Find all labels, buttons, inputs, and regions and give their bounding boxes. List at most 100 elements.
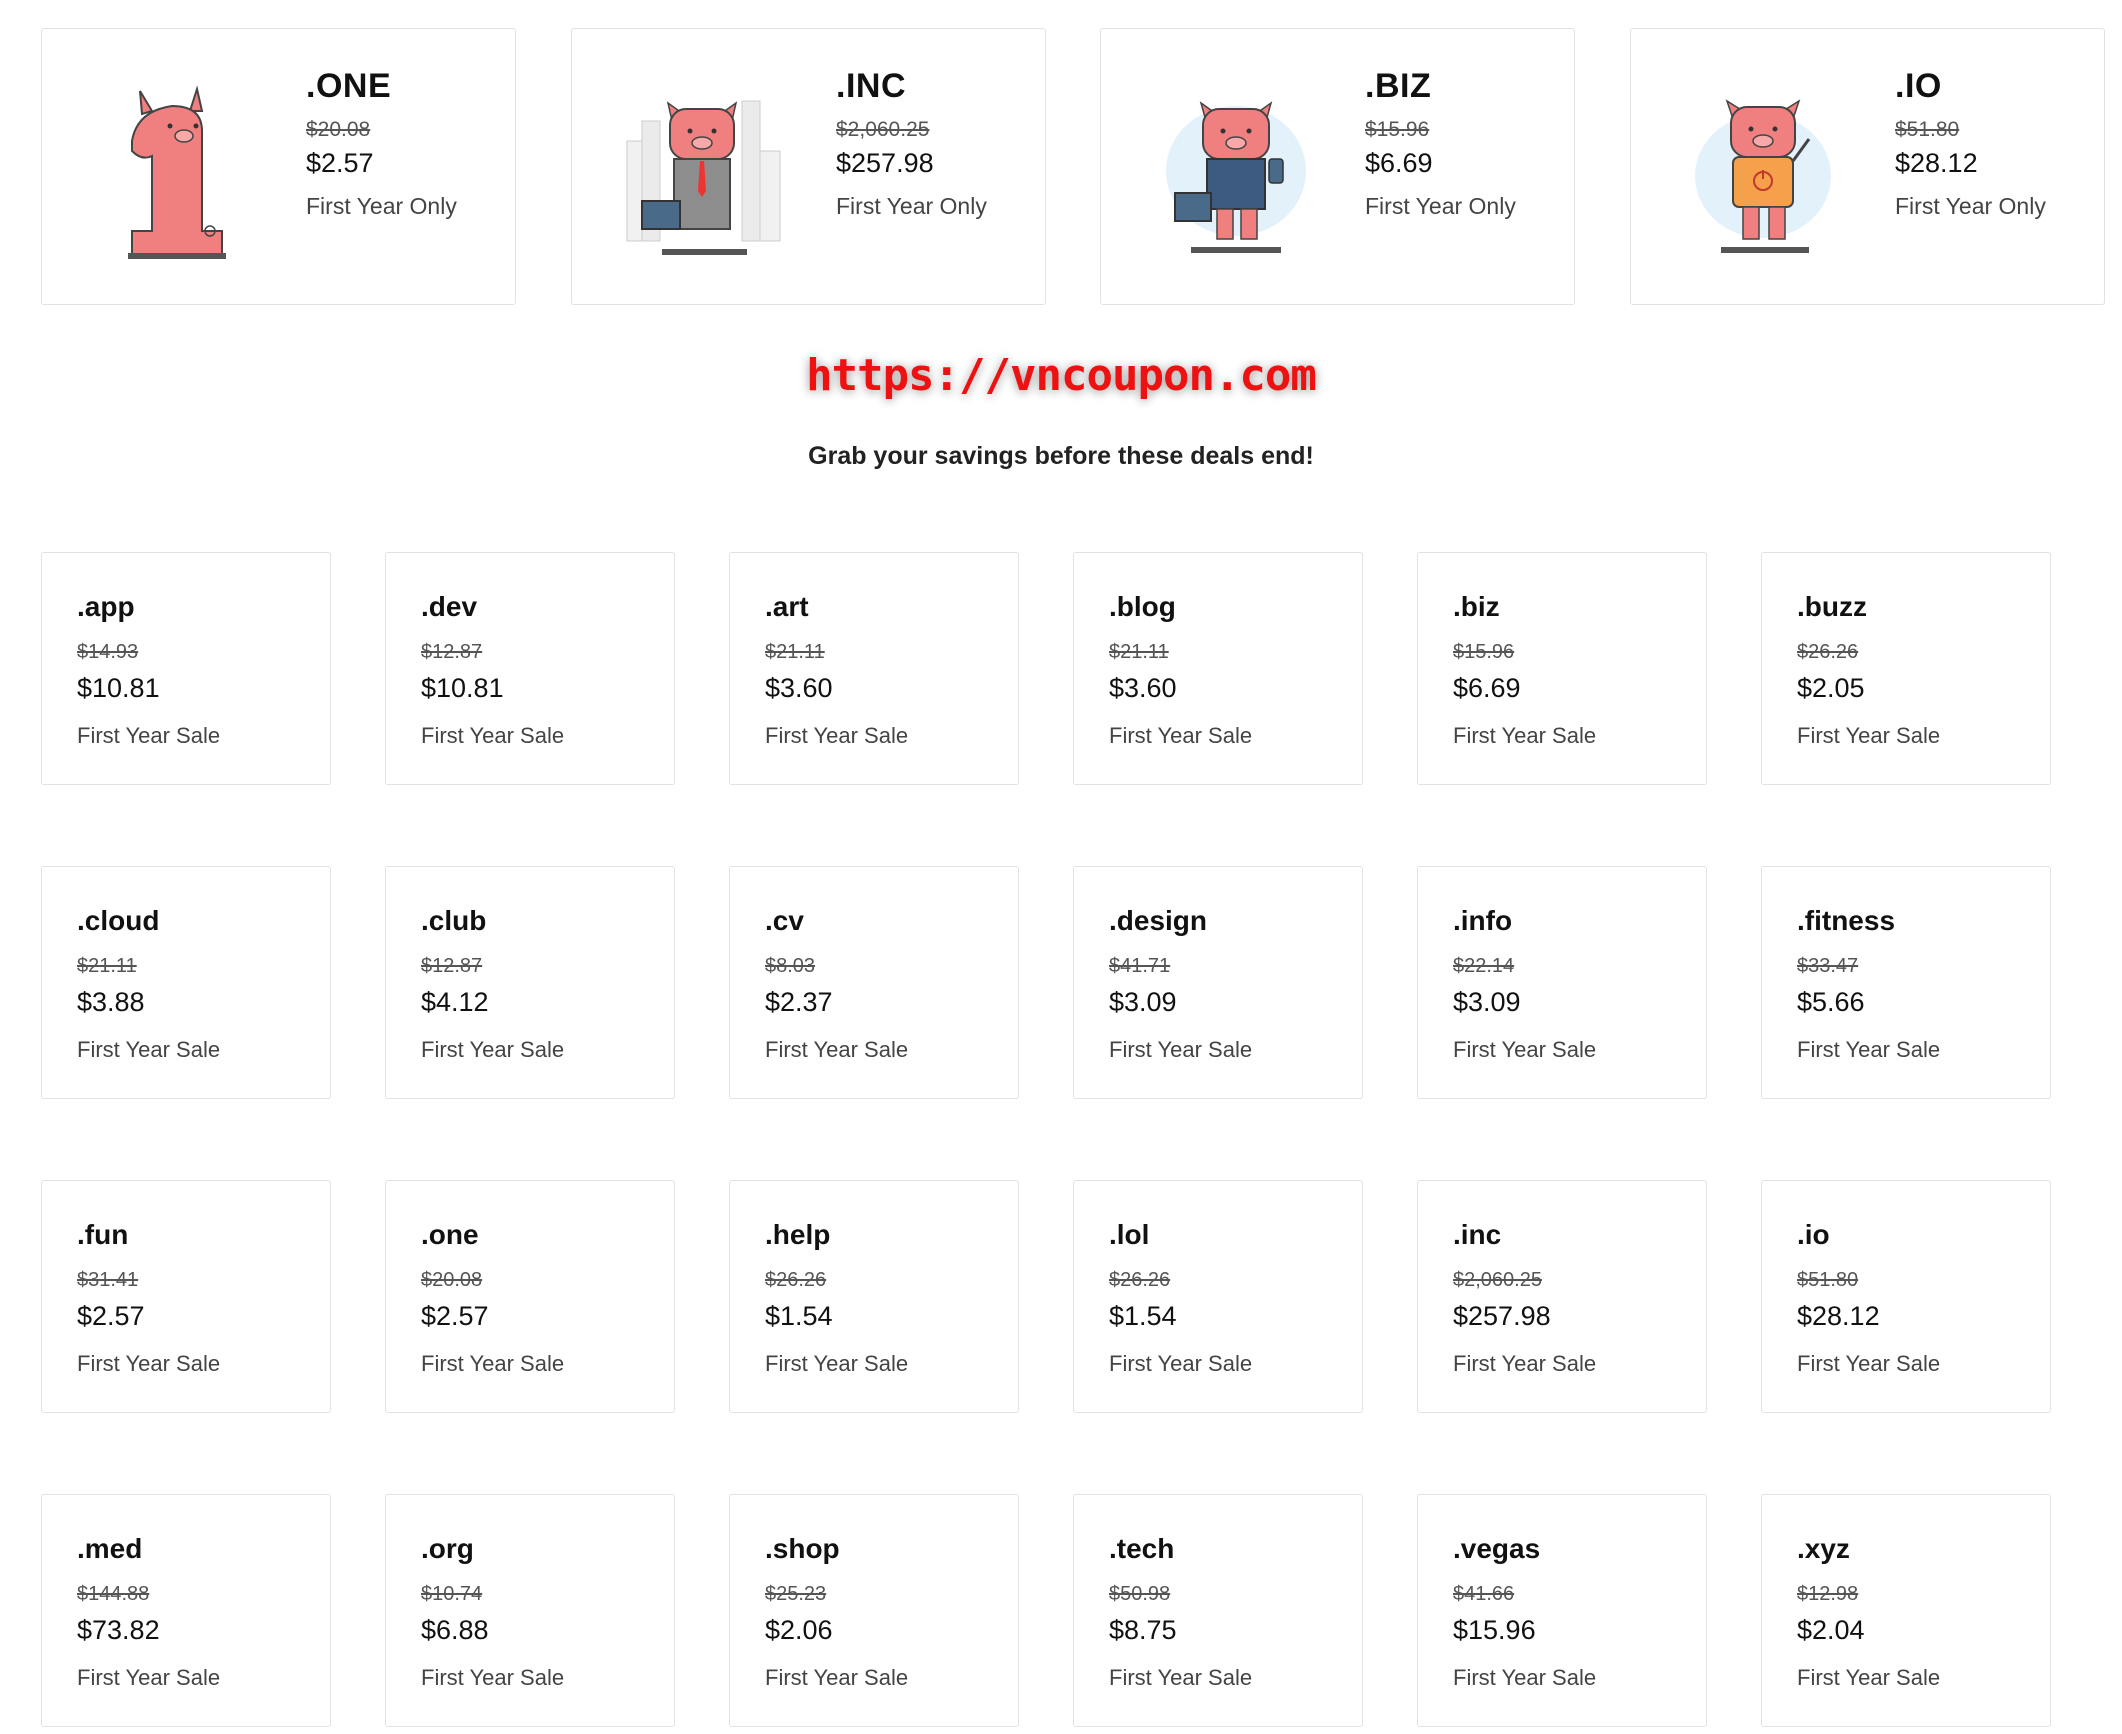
sale-note: First Year Sale — [421, 1351, 565, 1376]
featured-tld: .IO — [1895, 67, 1942, 105]
pig-tech-shirt-icon — [1695, 99, 1831, 253]
old-price: $12.87 — [421, 955, 483, 977]
tld-deal-card[interactable]: .fun $31.41 $2.57 First Year Sale — [41, 1180, 331, 1413]
old-price: $26.26 — [1797, 641, 1859, 663]
tld-name: .biz — [1453, 591, 1500, 622]
tld-name: .help — [765, 1219, 831, 1250]
new-price: $28.12 — [1797, 1301, 1880, 1331]
new-price: $3.60 — [765, 673, 833, 703]
sale-note: First Year Sale — [1109, 1351, 1253, 1376]
tld-name: .io — [1797, 1219, 1830, 1250]
sale-note: First Year Sale — [765, 723, 909, 748]
tld-deal-card[interactable]: .cloud $21.11 $3.88 First Year Sale — [41, 866, 331, 1099]
old-price: $12.98 — [1797, 1583, 1859, 1605]
new-price: $8.75 — [1109, 1615, 1177, 1645]
tld-deal-card[interactable]: .fitness $33.47 $5.66 First Year Sale — [1761, 866, 2051, 1099]
featured-card-biz[interactable]: .BIZ $15.96 $6.69 First Year Only — [1100, 28, 1575, 305]
tld-deal-card[interactable]: .dev $12.87 $10.81 First Year Sale — [385, 552, 675, 785]
price-note: First Year Only — [306, 193, 457, 219]
new-price: $5.66 — [1797, 987, 1865, 1017]
old-price: $12.87 — [421, 641, 483, 663]
old-price: $14.93 — [77, 641, 139, 663]
pig-businessman-icon — [1166, 101, 1306, 253]
new-price: $6.69 — [1453, 673, 1521, 703]
sale-note: First Year Sale — [421, 1665, 565, 1690]
sale-note: First Year Sale — [1797, 1665, 1941, 1690]
sale-note: First Year Sale — [1797, 723, 1941, 748]
tld-deal-card[interactable]: .inc $2,060.25 $257.98 First Year Sale — [1417, 1180, 1707, 1413]
sale-note: First Year Sale — [1453, 723, 1597, 748]
tld-name: .info — [1453, 905, 1513, 936]
old-price: $25.23 — [765, 1583, 827, 1605]
sale-note: First Year Sale — [1797, 1037, 1941, 1062]
featured-card-inc[interactable]: .INC $2,060.25 $257.98 First Year Only — [571, 28, 1046, 305]
tld-name: .vegas — [1453, 1533, 1541, 1564]
old-price: $31.41 — [77, 1269, 139, 1291]
tld-name: .inc — [1453, 1219, 1502, 1250]
tld-deal-card[interactable]: .app $14.93 $10.81 First Year Sale — [41, 552, 331, 785]
tld-deal-card[interactable]: .club $12.87 $4.12 First Year Sale — [385, 866, 675, 1099]
new-price: $4.12 — [421, 987, 489, 1017]
tld-deal-card[interactable]: .buzz $26.26 $2.05 First Year Sale — [1761, 552, 2051, 785]
featured-tld: .ONE — [306, 67, 392, 105]
sale-note: First Year Sale — [77, 1665, 221, 1690]
tld-name: .lol — [1109, 1219, 1150, 1250]
old-price: $41.66 — [1453, 1583, 1515, 1605]
sale-note: First Year Sale — [77, 1351, 221, 1376]
tld-deal-card[interactable]: .vegas $41.66 $15.96 First Year Sale — [1417, 1494, 1707, 1727]
deals-tagline: Grab your savings before these deals end… — [808, 442, 1314, 470]
old-price: $2,060.25 — [1453, 1269, 1542, 1291]
tld-deal-card[interactable]: .blog $21.11 $3.60 First Year Sale — [1073, 552, 1363, 785]
tld-deal-card[interactable]: .org $10.74 $6.88 First Year Sale — [385, 1494, 675, 1727]
new-price: $2.37 — [765, 987, 833, 1017]
old-price: $144.88 — [77, 1583, 150, 1605]
tld-name: .buzz — [1797, 591, 1867, 622]
tld-deal-card[interactable]: .shop $25.23 $2.06 First Year Sale — [729, 1494, 1019, 1727]
sale-note: First Year Sale — [1109, 1037, 1253, 1062]
tld-name: .cloud — [77, 905, 160, 936]
tld-name: .dev — [421, 591, 478, 622]
new-price: $1.54 — [765, 1301, 833, 1331]
sale-note: First Year Sale — [1453, 1037, 1597, 1062]
tld-deal-card[interactable]: .xyz $12.98 $2.04 First Year Sale — [1761, 1494, 2051, 1727]
featured-tld: .INC — [836, 67, 906, 105]
tld-deal-card[interactable]: .art $21.11 $3.60 First Year Sale — [729, 552, 1019, 785]
old-price: $41.71 — [1109, 955, 1171, 977]
new-price: $2.57 — [421, 1301, 489, 1331]
tld-deal-card[interactable]: .info $22.14 $3.09 First Year Sale — [1417, 866, 1707, 1099]
new-price: $2.57 — [77, 1301, 145, 1331]
old-price: $21.11 — [77, 955, 137, 977]
tld-deal-card[interactable]: .one $20.08 $2.57 First Year Sale — [385, 1180, 675, 1413]
old-price: $20.08 — [421, 1269, 483, 1291]
featured-card-io[interactable]: .IO $51.80 $28.12 First Year Only — [1630, 28, 2105, 305]
sale-note: First Year Sale — [765, 1351, 909, 1376]
old-price: $15.96 — [1365, 118, 1430, 141]
tld-name: .art — [765, 591, 809, 622]
tld-name: .org — [421, 1533, 474, 1564]
tld-name: .blog — [1109, 591, 1176, 622]
sale-note: First Year Sale — [765, 1665, 909, 1690]
sale-note: First Year Sale — [1109, 723, 1253, 748]
sale-note: First Year Sale — [77, 723, 221, 748]
tld-deal-card[interactable]: .med $144.88 $73.82 First Year Sale — [41, 1494, 331, 1727]
new-price: $28.12 — [1895, 148, 1978, 178]
new-price: $3.60 — [1109, 673, 1177, 703]
tld-deal-card[interactable]: .cv $8.03 $2.37 First Year Sale — [729, 866, 1019, 1099]
old-price: $2,060.25 — [836, 118, 930, 141]
sale-note: First Year Sale — [77, 1037, 221, 1062]
featured-domains: .ONE $20.08 $2.57 First Year Only .INC $… — [41, 28, 2111, 307]
tld-deal-card[interactable]: .tech $50.98 $8.75 First Year Sale — [1073, 1494, 1363, 1727]
old-price: $21.11 — [765, 641, 825, 663]
new-price: $2.06 — [765, 1615, 833, 1645]
old-price: $51.80 — [1895, 118, 1960, 141]
tld-name: .fun — [77, 1219, 129, 1250]
featured-card-one[interactable]: .ONE $20.08 $2.57 First Year Only — [41, 28, 516, 305]
tld-deal-card[interactable]: .help $26.26 $1.54 First Year Sale — [729, 1180, 1019, 1413]
price-note: First Year Only — [1895, 193, 2046, 219]
new-price: $3.09 — [1453, 987, 1521, 1017]
tld-deal-card[interactable]: .lol $26.26 $1.54 First Year Sale — [1073, 1180, 1363, 1413]
tld-deal-card[interactable]: .io $51.80 $28.12 First Year Sale — [1761, 1180, 2051, 1413]
tld-deal-card[interactable]: .biz $15.96 $6.69 First Year Sale — [1417, 552, 1707, 785]
new-price: $2.57 — [306, 148, 374, 178]
tld-deal-card[interactable]: .design $41.71 $3.09 First Year Sale — [1073, 866, 1363, 1099]
